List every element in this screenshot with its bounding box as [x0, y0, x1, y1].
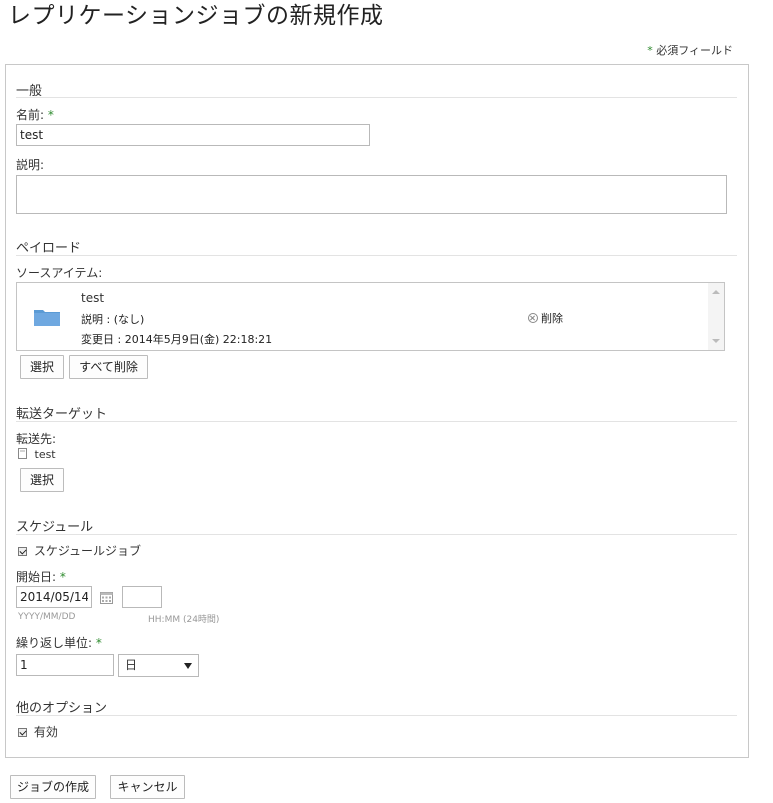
- remove-item-link[interactable]: 削除: [528, 310, 563, 326]
- scrollbar[interactable]: [708, 283, 724, 350]
- enabled-checkbox[interactable]: [18, 728, 27, 737]
- section-title-transfer-target: 転送ターゲット: [16, 407, 108, 422]
- scroll-up-arrow-icon[interactable]: [712, 290, 720, 294]
- description-textarea[interactable]: [16, 175, 727, 214]
- repeat-label-text: 繰り返し単位:: [16, 636, 93, 650]
- select-destination-button[interactable]: 選択: [20, 468, 64, 492]
- start-time-input[interactable]: [122, 586, 162, 608]
- remove-all-button[interactable]: すべて削除: [69, 355, 148, 379]
- source-item-description: 説明 : (なし): [81, 313, 145, 326]
- page-title: レプリケーションジョブの新規作成: [8, 3, 384, 29]
- source-item-name[interactable]: test: [81, 291, 104, 305]
- source-items-list[interactable]: test 説明 : (なし) 変更日 : 2014年5月9日(金) 22:18:…: [16, 282, 725, 351]
- required-note-text: 必須フィールド: [656, 44, 733, 57]
- name-label: 名前: *: [16, 106, 54, 123]
- name-label-text: 名前:: [16, 108, 45, 122]
- required-field-note: * 必須フィールド: [647, 42, 733, 58]
- description-label: 説明:: [16, 158, 45, 172]
- chevron-down-icon: [184, 663, 192, 669]
- time-format-hint: HH:MM (24時間): [148, 615, 220, 625]
- repeat-unit-value: 日: [125, 658, 138, 672]
- destination-item: test: [18, 448, 56, 461]
- server-icon: [18, 448, 27, 459]
- source-item-modified: 変更日 : 2014年5月9日(金) 22:18:21: [81, 333, 273, 346]
- form-panel: [5, 64, 749, 758]
- section-divider: [16, 715, 737, 716]
- section-divider: [16, 255, 737, 256]
- destination-label: 転送先:: [16, 432, 57, 446]
- section-divider: [16, 421, 737, 422]
- select-source-button[interactable]: 選択: [20, 355, 64, 379]
- repeat-interval-input[interactable]: [16, 654, 114, 676]
- calendar-icon[interactable]: [100, 591, 113, 604]
- start-date-label-text: 開始日:: [16, 570, 57, 584]
- required-star: *: [47, 108, 54, 122]
- scroll-down-arrow-icon[interactable]: [712, 339, 720, 343]
- section-title-payload: ペイロード: [16, 241, 82, 256]
- repeat-unit-label: 繰り返し単位: *: [16, 634, 102, 651]
- schedule-job-option[interactable]: スケジュールジョブ: [18, 542, 141, 559]
- enabled-label: 有効: [33, 725, 58, 739]
- required-star: *: [95, 636, 102, 650]
- date-format-hint: YYYY/MM/DD: [18, 612, 76, 622]
- section-divider: [16, 97, 737, 98]
- name-input[interactable]: [16, 124, 370, 146]
- destination-value: test: [34, 448, 56, 461]
- create-job-button[interactable]: ジョブの作成: [10, 775, 96, 799]
- start-date-label: 開始日: *: [16, 568, 66, 585]
- section-divider: [16, 534, 737, 535]
- start-date-input[interactable]: [16, 586, 92, 608]
- folder-icon: [34, 310, 60, 326]
- schedule-job-label: スケジュールジョブ: [33, 544, 141, 558]
- repeat-unit-select[interactable]: 日: [118, 654, 199, 677]
- required-star: *: [59, 570, 66, 584]
- schedule-job-checkbox[interactable]: [18, 547, 27, 556]
- required-star: *: [647, 44, 653, 57]
- remove-item-label: 削除: [541, 312, 563, 325]
- remove-circle-icon: [528, 313, 538, 323]
- section-title-schedule: スケジュール: [16, 520, 94, 535]
- enabled-option[interactable]: 有効: [18, 723, 58, 740]
- section-title-other-options: 他のオプション: [16, 701, 108, 716]
- cancel-button[interactable]: キャンセル: [110, 775, 185, 799]
- source-items-label: ソースアイテム:: [16, 266, 103, 280]
